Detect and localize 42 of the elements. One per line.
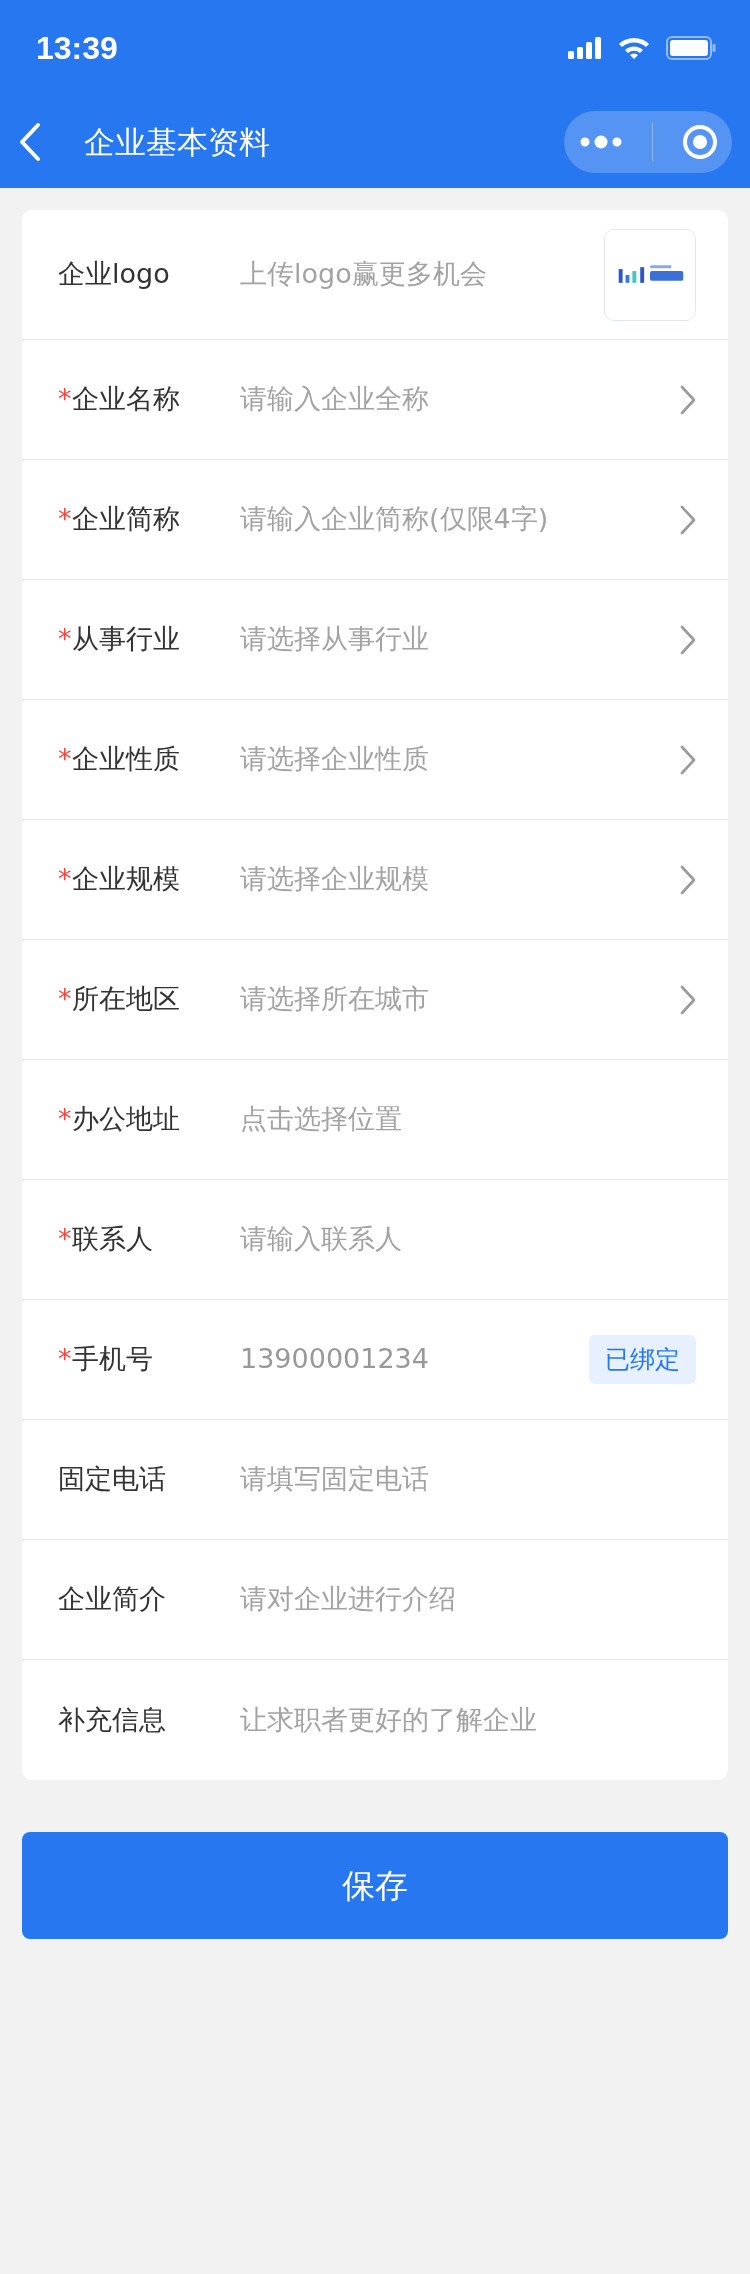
input-field[interactable]: 请填写固定电话 <box>240 1459 696 1500</box>
chevron-right-icon <box>680 384 696 415</box>
field-label: *手机号 <box>58 1342 154 1377</box>
field-label: *企业规模 <box>58 862 181 897</box>
chevron-right-icon <box>680 984 696 1015</box>
upload-hint[interactable]: 上传logo赢更多机会 <box>240 254 604 295</box>
wifi-icon <box>618 36 650 60</box>
input-field[interactable]: 请输入企业全称 <box>240 379 680 420</box>
bound-badge: 已绑定 <box>589 1334 696 1385</box>
status-time: 13:39 <box>36 29 118 68</box>
field-label: *从事行业 <box>58 622 181 657</box>
field-label: *企业名称 <box>58 382 181 417</box>
close-icon[interactable] <box>681 124 718 160</box>
field-label: 企业简介 <box>58 1582 167 1617</box>
page-title: 企业基本资料 <box>84 122 270 162</box>
more-icon[interactable] <box>578 134 623 150</box>
field-label: 补充信息 <box>58 1702 167 1737</box>
input-field[interactable]: 请输入联系人 <box>240 1219 696 1260</box>
input-field[interactable]: 请对企业进行介绍 <box>240 1579 696 1620</box>
battery-icon <box>666 36 716 60</box>
input-field[interactable]: 请选择企业规模 <box>240 859 680 900</box>
input-field[interactable]: 点击选择位置 <box>240 1099 696 1140</box>
field-label: *所在地区 <box>58 982 181 1017</box>
input-field[interactable]: 请选择所在城市 <box>240 979 680 1020</box>
chevron-right-icon <box>680 504 696 535</box>
field-label: *联系人 <box>58 1222 154 1257</box>
field-label: *企业性质 <box>58 742 181 777</box>
chevron-right-icon <box>680 864 696 895</box>
input-field[interactable]: 请选择企业性质 <box>240 739 680 780</box>
back-icon[interactable] <box>18 122 42 162</box>
chevron-right-icon <box>680 624 696 655</box>
field-label: 企业logo <box>58 257 171 292</box>
input-field[interactable]: 让求职者更好的了解企业 <box>240 1699 696 1741</box>
field-label: 固定电话 <box>58 1462 167 1497</box>
phone-value: 13900001234 <box>240 1342 430 1377</box>
signal-icon <box>568 37 602 59</box>
field-label: *办公地址 <box>58 1102 181 1137</box>
input-field[interactable]: 请选择从事行业 <box>240 619 680 660</box>
chevron-right-icon <box>680 744 696 775</box>
field-label: *企业简称 <box>58 502 181 537</box>
input-field[interactable]: 请输入企业简称(仅限4字) <box>240 499 680 540</box>
save-button[interactable]: 保存 <box>22 1832 728 1939</box>
